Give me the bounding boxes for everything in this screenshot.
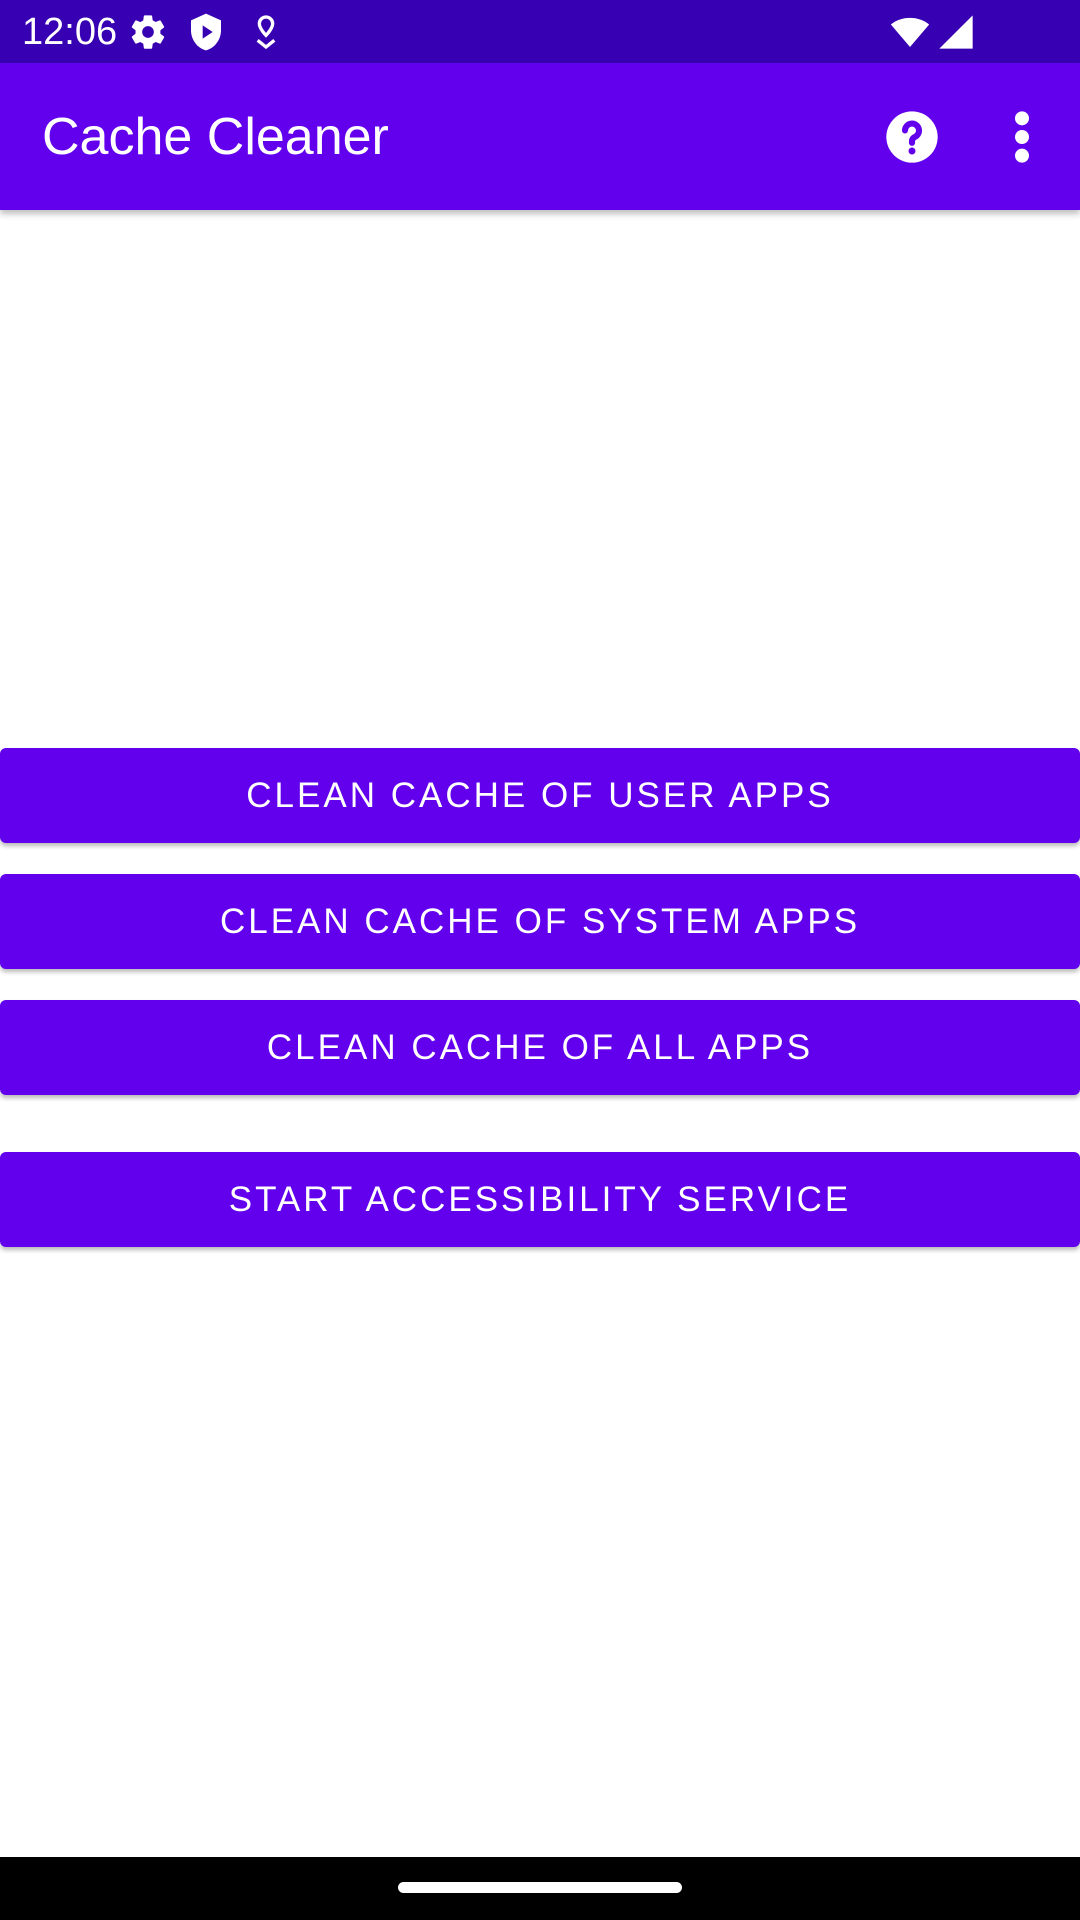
start-accessibility-service-button[interactable]: START ACCESSIBILITY SERVICE — [0, 1152, 1080, 1247]
start-accessibility-service-label: START ACCESSIBILITY SERVICE — [228, 1179, 852, 1219]
wifi-icon — [888, 12, 932, 52]
signal-icon — [934, 12, 978, 52]
location-pin-icon — [246, 12, 286, 52]
status-bar: 12:06 — [0, 0, 1080, 63]
status-time: 12:06 — [22, 11, 118, 53]
home-gesture-handle[interactable] — [398, 1882, 682, 1893]
clean-user-apps-label: CLEAN CACHE OF USER APPS — [246, 775, 834, 815]
gear-icon — [128, 12, 168, 52]
app-title: Cache Cleaner — [42, 108, 389, 166]
overflow-menu-icon[interactable] — [990, 105, 1054, 169]
help-icon[interactable] — [880, 105, 944, 169]
app-bar: Cache Cleaner — [0, 63, 1080, 210]
clean-system-apps-button[interactable]: CLEAN CACHE OF SYSTEM APPS — [0, 874, 1080, 969]
clean-user-apps-button[interactable]: CLEAN CACHE OF USER APPS — [0, 748, 1080, 843]
shield-play-icon — [186, 12, 226, 52]
clean-system-apps-label: CLEAN CACHE OF SYSTEM APPS — [219, 901, 861, 941]
clean-all-apps-label: CLEAN CACHE OF ALL APPS — [266, 1027, 814, 1067]
screen: 12:06 Cache Cleaner CLEAN CACHE OF USER … — [0, 0, 1080, 1920]
clean-all-apps-button[interactable]: CLEAN CACHE OF ALL APPS — [0, 1000, 1080, 1095]
